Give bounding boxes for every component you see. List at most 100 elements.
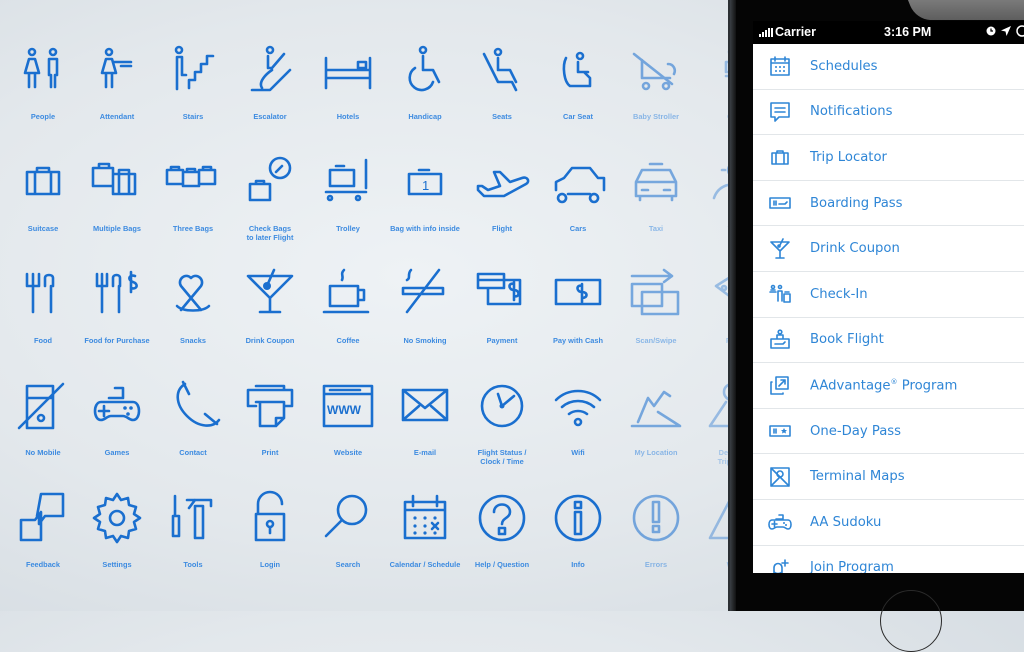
phone-icon: [176, 380, 221, 427]
icon-tile: Payment: [464, 254, 540, 366]
icon-tile: Stairs: [155, 30, 231, 142]
multiple-bags-icon: [91, 162, 137, 196]
icon-tile: Escalator: [232, 30, 308, 142]
check-in-people-icon: [769, 284, 791, 304]
menu-item-boarding-pass[interactable]: Boarding Pass: [753, 181, 1024, 227]
gamepad-icon: [768, 514, 792, 531]
menu-item-label: Book Flight: [810, 332, 884, 348]
printer-icon: [246, 384, 294, 428]
menu-item-trip-locator[interactable]: Trip Locator: [753, 135, 1024, 181]
icon-tile: Drink Coupon: [232, 254, 308, 366]
hotel-bed-icon: [324, 56, 372, 90]
icon-tile: Errors: [618, 478, 694, 590]
menu-item-label: Trip Locator: [810, 149, 887, 165]
icon-tile: Check Bags to later Flight: [232, 142, 308, 254]
payment-card-icon: [476, 272, 522, 306]
icon-tile: No Mobile: [5, 366, 81, 478]
icon-tile: Snacks: [155, 254, 231, 366]
cash-icon: [554, 278, 602, 306]
icon-tile: Cars: [540, 142, 616, 254]
svg-text:WWW: WWW: [327, 403, 362, 417]
registered-mark: ®: [890, 377, 898, 386]
no-smoking-icon: [401, 268, 445, 314]
airplane-icon: [476, 170, 530, 198]
menu-item-label: Boarding Pass: [810, 195, 903, 211]
svg-text:1: 1: [422, 178, 429, 193]
icon-tile: Attendant: [79, 30, 155, 142]
icon-tile: Search: [310, 478, 386, 590]
menu-item-label: One-Day Pass: [810, 423, 902, 439]
icon-tile: Baby Stroller: [618, 30, 694, 142]
carrier-name: Carrier: [775, 25, 816, 39]
icon-tile: Multiple Bags: [79, 142, 155, 254]
gamepad-icon: [93, 386, 141, 422]
fork-knife-dollar-icon: [95, 270, 138, 314]
icon-tile: Scan/Swipe: [618, 254, 694, 366]
menu-item-label: Drink Coupon: [810, 241, 900, 257]
trolley-icon: [324, 158, 368, 202]
speech-bubble-icon: [770, 102, 790, 122]
icon-tile: Flight Status / Clock / Time: [464, 366, 540, 478]
menu-item-label: Notifications: [810, 104, 893, 120]
menu-item-label: Schedules: [810, 58, 878, 74]
check-bags-clock-icon: [248, 156, 292, 202]
menu-item-notifications[interactable]: Notifications: [753, 90, 1024, 136]
signal-icon: [759, 27, 773, 37]
menu-item-terminal-maps[interactable]: Terminal Maps: [753, 454, 1024, 500]
map-icon: [770, 466, 790, 487]
menu-item-drink-coupon[interactable]: Drink Coupon: [753, 226, 1024, 272]
home-button[interactable]: [880, 590, 942, 652]
icon-tile: Feedback: [5, 478, 81, 590]
no-mobile-icon: [17, 382, 65, 430]
seat-icon: [482, 47, 518, 92]
icon-tile: Info: [540, 478, 616, 590]
magnifier-icon: [324, 494, 368, 538]
icon-tile: Pay with Cash: [540, 254, 616, 366]
icon-tile: No Smoking: [387, 254, 463, 366]
alarm-clock-icon: [986, 26, 996, 36]
envelope-icon: [401, 388, 449, 422]
calendar-icon: [403, 494, 447, 540]
status-time: 3:16 PM: [884, 25, 932, 39]
icon-tile: 1 Bag with info inside: [387, 142, 463, 254]
suitcase-icon: [771, 150, 789, 166]
icon-tile: Contact: [155, 366, 231, 478]
book-flight-icon: [770, 329, 790, 349]
status-bar: Carrier 3:16 PM: [753, 21, 1024, 44]
location-arrow-icon: [1001, 26, 1011, 36]
menu-item-book-flight[interactable]: Book Flight: [753, 318, 1024, 364]
menu-item-schedules[interactable]: Schedules: [753, 44, 1024, 90]
menu-item-aadvantage[interactable]: AAdvantage® Program: [753, 363, 1024, 409]
icon-tile: Tools: [155, 478, 231, 590]
tools-icon: [171, 494, 213, 540]
icon-tile: Food: [5, 254, 81, 366]
wifi-icon: [554, 389, 602, 427]
taxi-icon: [634, 162, 678, 202]
clock-icon: [480, 384, 524, 428]
icon-tile: People: [5, 30, 81, 142]
icon-tile: Taxi: [618, 142, 694, 254]
icon-tile: Login: [232, 478, 308, 590]
car-icon: [554, 166, 606, 204]
attendant-icon: [100, 47, 133, 89]
menu-item-aa-sudoku[interactable]: AA Sudoku: [753, 500, 1024, 546]
icon-tile: Handicap: [387, 30, 463, 142]
phone-screen: Carrier 3:16 PM Schedules Notifications Tr…: [753, 21, 1024, 573]
menu-item-join-program[interactable]: Join Program: [753, 546, 1024, 573]
scan-swipe-icon: [630, 268, 680, 316]
icon-tile: Trolley: [310, 142, 386, 254]
fork-knife-icon: [25, 272, 55, 314]
icon-tile: Flight: [464, 142, 540, 254]
info-circle-icon: [554, 494, 602, 542]
icon-tile: Food for Purchase: [79, 254, 155, 366]
rotation-lock-icon: [1016, 25, 1024, 37]
ticket-star-icon: [769, 425, 791, 437]
menu-item-one-day-pass[interactable]: One-Day Pass: [753, 409, 1024, 455]
cocktail-icon: [770, 237, 790, 259]
icon-tile: Suitcase: [5, 142, 81, 254]
wheelchair-icon: [408, 45, 441, 92]
coffee-cup-icon: [322, 268, 370, 314]
phone-top-bezel: [907, 0, 1024, 20]
menu-item-check-in[interactable]: Check-In: [753, 272, 1024, 318]
menu-item-label: AAdvantage® Program: [810, 377, 958, 394]
